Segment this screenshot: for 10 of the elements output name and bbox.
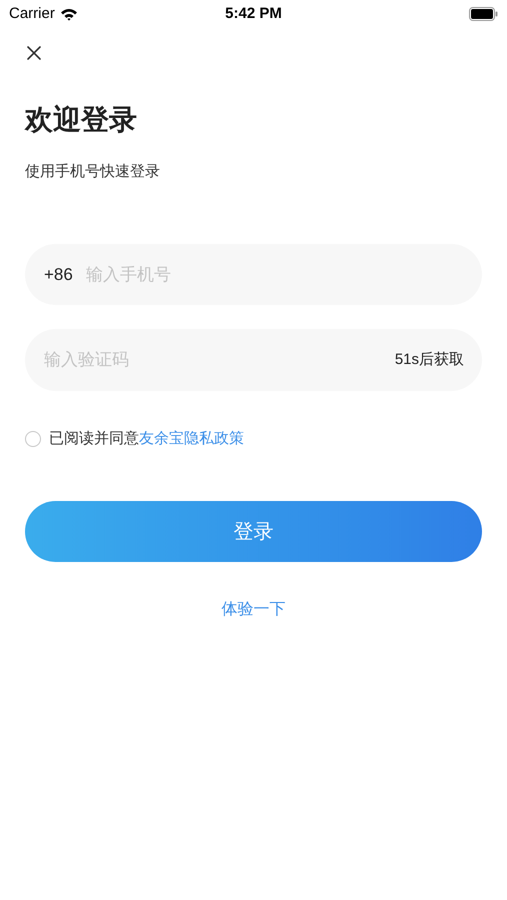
battery-icon [469,7,498,21]
agreement-text: 已阅读并同意友余宝隐私政策 [49,429,244,449]
resend-code-countdown[interactable]: 51s后获取 [394,348,464,372]
page-subtitle: 使用手机号快速登录 [25,162,161,182]
agreement-checkbox[interactable] [25,431,41,447]
status-time: 5:42 PM [225,4,282,24]
country-code[interactable]: +86 [44,262,73,288]
page-title: 欢迎登录 [25,103,138,137]
wifi-icon [60,8,78,20]
carrier-name: Carrier [9,4,55,24]
